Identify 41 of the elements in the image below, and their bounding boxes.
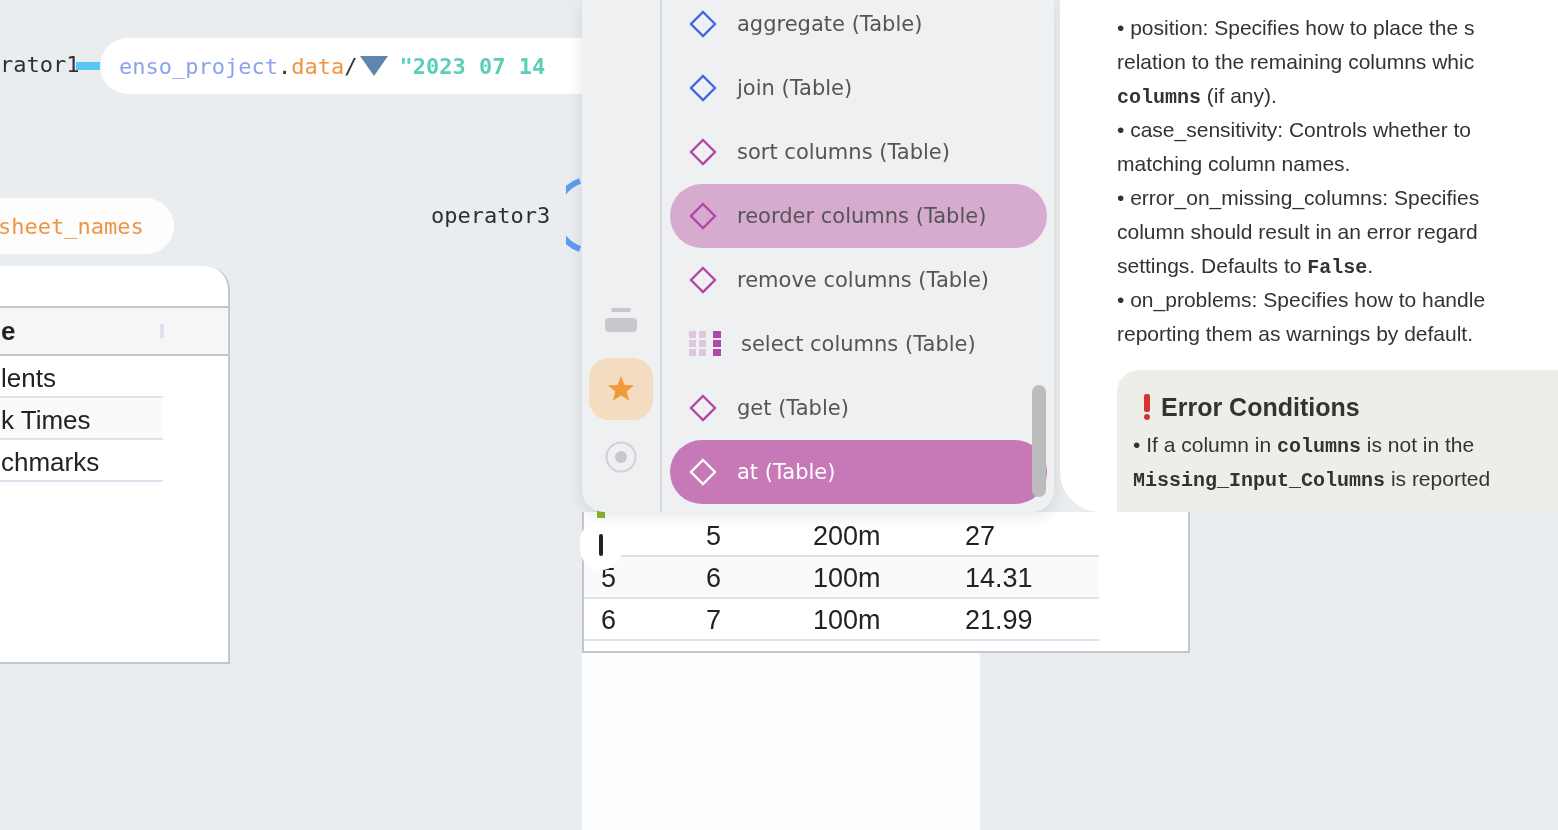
section-title: Error Conditions (1161, 392, 1360, 422)
doc-text: settings. Defaults to False. (1117, 253, 1375, 281)
doc-text: • on_problems: Specifies how to handle (1117, 287, 1487, 314)
doc-text: • If a column in columns is not in the (1133, 432, 1476, 460)
table-cell: 100m (813, 605, 881, 636)
doc-text: column should result in an error regard (1117, 219, 1479, 245)
doc-text: • position: Specifies how to place the s (1117, 15, 1476, 41)
table-cell: 14.31 (965, 563, 1033, 594)
node-label: rator1 (0, 52, 80, 77)
table-cell: 27 (965, 521, 996, 552)
doc-text: matching column names. (1117, 151, 1352, 177)
table-cell: 7 (706, 605, 722, 636)
component-item[interactable]: aggregate (Table) (670, 0, 1047, 56)
component-item[interactable]: remove columns (Table) (670, 248, 1047, 312)
favorites-button[interactable] (589, 358, 653, 420)
table-cell: 21.99 (965, 605, 1033, 636)
node-label: operator3 (431, 203, 551, 228)
doc-text: relation to the remaining columns whic (1117, 49, 1476, 75)
doc-text: columns (if any). (1117, 83, 1278, 111)
exclamation-icon (1143, 394, 1151, 420)
doc-text: • case_sensitivity: Controls whether to (1117, 117, 1472, 144)
doc-text: reporting them as warnings by default. (1117, 321, 1475, 347)
table-cell: k Times (0, 398, 163, 440)
component-item[interactable]: sort columns (Table) (670, 120, 1047, 184)
diamond-icon (689, 458, 717, 486)
component-item[interactable]: get (Table) (670, 376, 1047, 440)
component-item[interactable]: select columns (Table) (670, 312, 1047, 376)
table-cell: chmarks (0, 440, 163, 482)
row-index: 6 (601, 605, 617, 636)
row-index: 5 (601, 563, 617, 594)
component-item[interactable]: reorder columns (Table) (670, 184, 1047, 248)
table-cell: 200m (813, 521, 881, 552)
scrollbar-thumb[interactable] (1032, 385, 1046, 497)
component-item[interactable]: join (Table) (670, 56, 1047, 120)
column-header: e (1, 315, 16, 347)
table-cell: 6 (706, 563, 722, 594)
table-cell: 100m (813, 563, 881, 594)
doc-text: • error_on_missing_columns: Specifies (1117, 185, 1481, 212)
table-cell: 5 (706, 521, 722, 552)
doc-text: Missing_Input_Columns is reported (1133, 466, 1492, 494)
dropdown-icon[interactable] (359, 55, 390, 77)
